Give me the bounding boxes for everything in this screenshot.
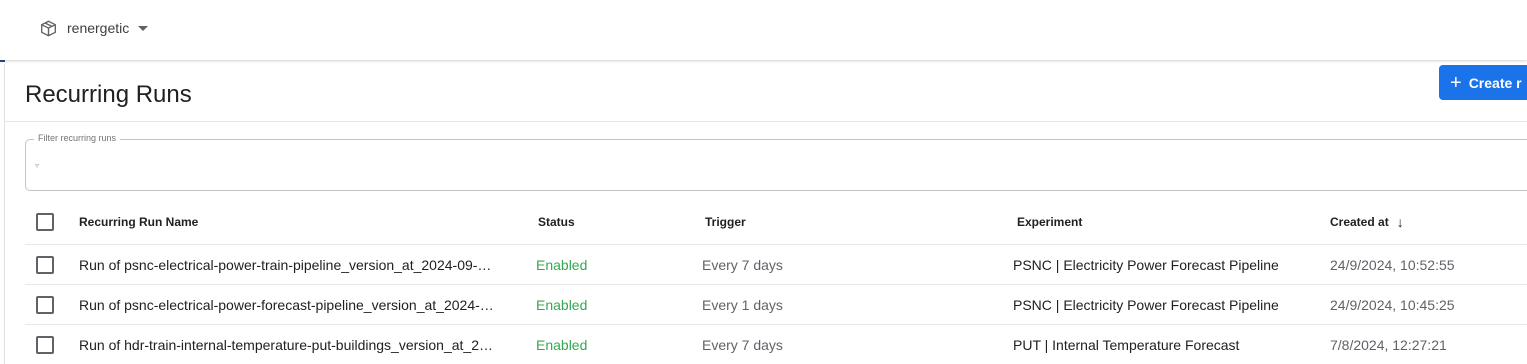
namespace-selector[interactable]: renergetic bbox=[40, 17, 149, 39]
package-icon bbox=[41, 20, 56, 36]
column-header-trigger[interactable]: Trigger bbox=[705, 199, 1005, 244]
create-recurring-run-button[interactable]: + Create r bbox=[1439, 65, 1527, 100]
table-header: Recurring Run Name Status Trigger Experi… bbox=[25, 199, 1527, 245]
sort-descending-icon: ↓ bbox=[1396, 213, 1404, 230]
experiment-link[interactable]: PSNC | Electricity Power Forecast Pipeli… bbox=[1013, 285, 1313, 324]
row-checkbox[interactable] bbox=[36, 295, 54, 314]
divider bbox=[5, 121, 1527, 122]
status-text: Enabled bbox=[536, 256, 588, 273]
recurring-runs-table: Recurring Run Name Status Trigger Experi… bbox=[25, 199, 1527, 364]
table-row[interactable]: Run of psnc-electrical-power-forecast-pi… bbox=[25, 285, 1527, 325]
chevron-down-icon bbox=[138, 25, 149, 31]
filter-label: Filter recurring runs bbox=[34, 133, 121, 143]
plus-icon: + bbox=[1450, 71, 1462, 94]
run-name-link[interactable]: Run of hdr-train-internal-temperature-pu… bbox=[79, 337, 493, 353]
trigger-text: Every 7 days bbox=[702, 256, 783, 273]
created-at-text: 24/9/2024, 10:45:25 bbox=[1330, 296, 1455, 313]
created-at-text: 7/8/2024, 12:27:21 bbox=[1330, 336, 1447, 353]
filter-icon: ▿ bbox=[35, 161, 40, 170]
run-name-link[interactable]: Run of psnc-electrical-power-forecast-pi… bbox=[79, 297, 494, 313]
table-row[interactable]: Run of hdr-train-internal-temperature-pu… bbox=[25, 325, 1527, 364]
experiment-link[interactable]: PSNC | Electricity Power Forecast Pipeli… bbox=[1013, 245, 1313, 284]
row-checkbox[interactable] bbox=[36, 335, 54, 354]
trigger-text: Every 7 days bbox=[702, 336, 783, 353]
row-checkbox[interactable] bbox=[36, 255, 54, 274]
column-header-status[interactable]: Status bbox=[538, 199, 688, 244]
status-text: Enabled bbox=[536, 336, 588, 353]
column-header-name[interactable]: Recurring Run Name bbox=[79, 199, 519, 244]
run-name-link[interactable]: Run of psnc-electrical-power-train-pipel… bbox=[79, 257, 491, 273]
status-text: Enabled bbox=[536, 296, 588, 313]
trigger-text: Every 1 days bbox=[702, 296, 783, 313]
column-header-created-at[interactable]: Created at ↓ bbox=[1330, 199, 1527, 244]
table-row[interactable]: Run of psnc-electrical-power-train-pipel… bbox=[25, 245, 1527, 285]
create-button-label: Create r bbox=[1468, 74, 1522, 91]
top-bar: renergetic bbox=[0, 0, 1527, 60]
select-all-checkbox[interactable] bbox=[36, 212, 54, 231]
filter-input[interactable]: Filter recurring runs ▿ bbox=[25, 133, 1527, 191]
created-at-label: Created at bbox=[1330, 214, 1389, 229]
column-header-experiment[interactable]: Experiment bbox=[1017, 199, 1317, 244]
created-at-text: 24/9/2024, 10:52:55 bbox=[1330, 256, 1455, 273]
page-title: Recurring Runs bbox=[25, 81, 192, 108]
namespace-label: renergetic bbox=[67, 20, 130, 36]
main-content: Recurring Runs + Create r Filter recurri… bbox=[4, 64, 1527, 364]
experiment-link[interactable]: PUT | Internal Temperature Forecast bbox=[1013, 325, 1313, 364]
